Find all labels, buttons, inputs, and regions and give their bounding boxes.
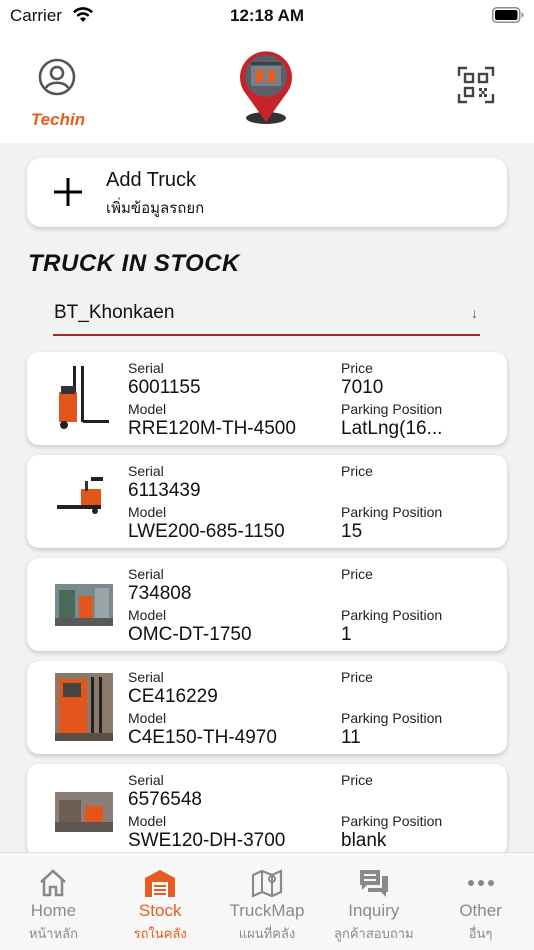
model-value: OMC-DT-1750 (128, 624, 252, 645)
parking-value: 1 (341, 624, 352, 645)
price-value: 7010 (341, 377, 384, 398)
tab-truckmap[interactable]: TruckMap แผนที่คลัง (214, 853, 321, 950)
parking-value: LatLng(16... (341, 418, 443, 439)
truck-card[interactable]: Serial CE416229 Model C4E150-TH-4970 Pri… (27, 661, 507, 754)
tab-inquiry[interactable]: Inquiry ลูกค้าสอบถาม (320, 853, 427, 950)
profile-icon[interactable] (38, 58, 76, 96)
serial-value: CE416229 (128, 686, 218, 707)
tab-stock-sublabel: รถในคลัง (133, 926, 187, 941)
truck-photo (55, 673, 113, 741)
model-label: Model (128, 504, 167, 520)
map-icon (251, 869, 283, 898)
truck-card[interactable]: Serial 734808 Model OMC-DT-1750 Price Pa… (27, 558, 507, 651)
app-logo (240, 51, 292, 124)
truck-list: Serial 6001155 Model RRE120M-TH-4500 Pri… (27, 352, 507, 867)
tab-home-label: Home (30, 901, 77, 920)
tab-truckmap-label: TruckMap (229, 901, 305, 920)
serial-value: 6576548 (128, 789, 202, 810)
model-value: LWE200-685-1150 (128, 521, 285, 542)
price-label: Price (341, 463, 373, 479)
serial-label: Serial (128, 772, 164, 788)
serial-value: 734808 (128, 583, 192, 604)
parking-value: 15 (341, 521, 363, 542)
price-label: Price (341, 669, 373, 685)
warehouse-icon (145, 870, 176, 897)
truck-photo (55, 467, 113, 535)
parking-label: Parking Position (341, 813, 443, 829)
model-label: Model (128, 710, 167, 726)
add-truck-title: Add Truck (106, 169, 197, 191)
model-value: SWE120-DH-3700 (128, 830, 286, 851)
parking-label: Parking Position (341, 607, 443, 623)
model-value: C4E150-TH-4970 (128, 727, 277, 748)
branch-select-value: BT_Khonkaen (54, 302, 175, 323)
tab-stock-label: Stock (138, 901, 182, 920)
qr-scan-icon[interactable] (457, 66, 495, 104)
serial-label: Serial (128, 360, 164, 376)
model-label: Model (128, 607, 167, 623)
tab-stock[interactable]: Stock รถในคลัง (107, 853, 214, 950)
parking-value: blank (341, 830, 387, 851)
model-label: Model (128, 813, 167, 829)
model-label: Model (128, 401, 167, 417)
tab-truckmap-sublabel: แผนที่คลัง (238, 926, 296, 941)
tab-other-sublabel: อื่นๆ (468, 926, 493, 941)
price-label: Price (341, 566, 373, 582)
tab-inquiry-label: Inquiry (348, 901, 400, 920)
battery-icon (492, 7, 524, 23)
tab-home[interactable]: Home หน้าหลัก (0, 853, 107, 950)
truck-photo (55, 584, 113, 626)
plus-icon (54, 178, 82, 206)
parking-label: Parking Position (341, 401, 443, 417)
profile-name[interactable]: Techin (18, 110, 98, 130)
price-label: Price (341, 772, 373, 788)
truck-photo (55, 792, 113, 832)
add-truck-subtitle: เพิ่มข้อมูลรถยก (106, 200, 205, 217)
add-truck-button[interactable]: Add Truck เพิ่มข้อมูลรถยก (27, 158, 507, 227)
tab-other[interactable]: Other อื่นๆ (427, 853, 534, 950)
app-header: Techin (0, 30, 534, 143)
serial-label: Serial (128, 463, 164, 479)
truck-card[interactable]: Serial 6001155 Model RRE120M-TH-4500 Pri… (27, 352, 507, 445)
chat-icon (359, 870, 388, 897)
price-label: Price (341, 360, 373, 376)
section-title: TRUCK IN STOCK (28, 250, 240, 277)
truck-card[interactable]: Serial 6113439 Model LWE200-685-1150 Pri… (27, 455, 507, 548)
tab-inquiry-sublabel: ลูกค้าสอบถาม (334, 926, 414, 941)
tab-home-sublabel: หน้าหลัก (28, 926, 78, 941)
tab-bar: Home หน้าหลัก Stock รถในคลัง TruckMap แผ… (0, 852, 534, 950)
serial-label: Serial (128, 669, 164, 685)
branch-select[interactable]: BT_Khonkaen ↓ (53, 296, 480, 336)
truck-photo (55, 364, 113, 432)
model-value: RRE120M-TH-4500 (128, 418, 296, 439)
truck-card[interactable]: Serial 6576548 Model SWE120-DH-3700 Pric… (27, 764, 507, 857)
serial-value: 6113439 (128, 480, 201, 501)
serial-value: 6001155 (128, 377, 201, 398)
status-bar: Carrier 12:18 AM (0, 0, 534, 30)
arrow-down-icon: ↓ (471, 305, 478, 321)
clock: 12:18 AM (229, 6, 304, 25)
more-icon (467, 880, 494, 886)
home-icon (40, 869, 67, 897)
parking-label: Parking Position (341, 710, 443, 726)
parking-value: 11 (341, 727, 361, 748)
serial-label: Serial (128, 566, 164, 582)
parking-label: Parking Position (341, 504, 443, 520)
tab-other-label: Other (459, 901, 502, 920)
